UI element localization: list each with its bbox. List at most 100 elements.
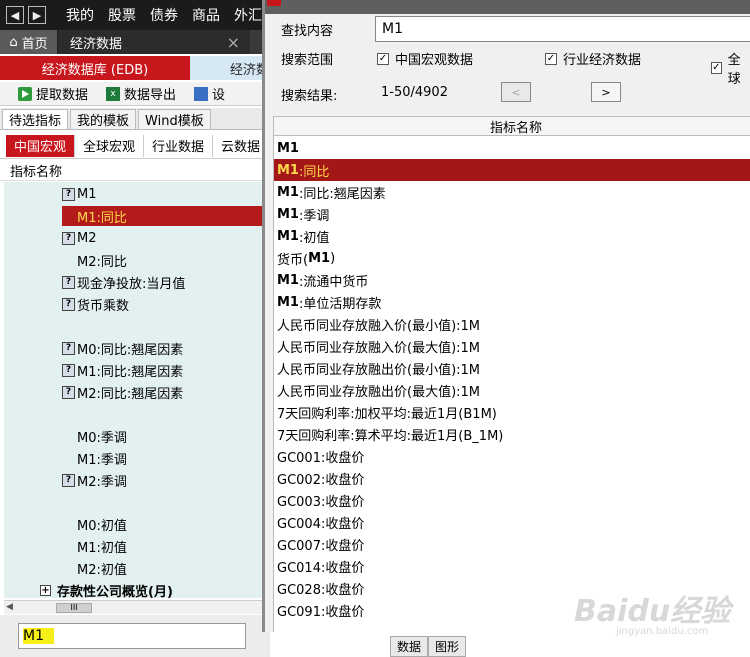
help-question-icon[interactable]: ? — [62, 385, 75, 399]
tree-item[interactable]: M2:同比 — [62, 250, 127, 270]
result-row[interactable]: M1:同比:翘尾因素 — [274, 181, 750, 203]
tree-item[interactable]: ? M1:同比:翘尾因素 — [62, 360, 183, 380]
tree-item[interactable]: ? M2:季调 — [62, 470, 127, 490]
result-row[interactable]: 人民币同业存放融出价(最小值):1M — [274, 357, 750, 379]
expand-plus-icon[interactable]: + — [40, 584, 51, 596]
tab-global-macro[interactable]: 全球宏观 — [75, 134, 145, 157]
tab-economic-db-other[interactable]: 经济数 — [190, 56, 270, 80]
tree-item[interactable]: ? M2 — [62, 228, 97, 248]
tree-item-label: M1:初值 — [77, 540, 127, 556]
tab-cloud-data[interactable]: 云数据 — [213, 134, 270, 157]
result-row[interactable]: M1:单位活期存款 — [274, 291, 750, 313]
result-row[interactable]: GC004:收盘价 — [274, 511, 750, 533]
tree-item-label: M1 — [77, 186, 97, 202]
result-text: 7天回购利率:算术平均:最近1月(B_1M) — [277, 428, 504, 444]
help-question-icon[interactable]: ? — [62, 231, 75, 245]
tab-economic-data[interactable]: 经济数据 × — [58, 30, 250, 54]
tree-item[interactable] — [62, 492, 77, 512]
tree-item[interactable]: ? 现金净投放:当月值 — [62, 272, 185, 292]
scroll-left-arrow-icon[interactable]: ◀ — [6, 602, 13, 612]
result-text: GC004:收盘价 — [277, 516, 365, 532]
tree-item[interactable]: ? M0:同比:翘尾因素 — [62, 338, 183, 358]
tab-edb[interactable]: 经济数据库 (EDB) — [0, 56, 190, 80]
result-row[interactable]: M1:流通中货币 — [274, 269, 750, 291]
tab-wind-templates[interactable]: Wind模板 — [138, 109, 211, 129]
menu-item-forex[interactable]: 外汇 — [234, 5, 262, 25]
extract-data-button[interactable]: 提取数据 — [18, 84, 88, 103]
result-row[interactable]: GC003:收盘价 — [274, 489, 750, 511]
indicator-search-input[interactable]: M1 — [18, 623, 246, 649]
tab-china-macro[interactable]: 中国宏观 — [6, 134, 76, 157]
settings-button[interactable]: 设 — [194, 84, 225, 103]
tree-item[interactable]: M0:初值 — [62, 514, 127, 534]
result-text: GC002:收盘价 — [277, 472, 365, 488]
result-row[interactable]: M1 — [274, 137, 750, 159]
tree-item[interactable]: M2:初值 — [62, 558, 127, 578]
result-text: :流通中货币 — [298, 274, 369, 290]
checkbox-checked-icon: ✓ — [377, 52, 389, 65]
dialog-titlebar — [265, 0, 750, 14]
result-text: 货币( — [277, 252, 309, 268]
tree-item[interactable]: ? M2:同比:翘尾因素 — [62, 382, 183, 402]
tab-candidate-indicators[interactable]: 待选指标 — [2, 109, 69, 129]
result-row[interactable]: 货币(M1) — [274, 247, 750, 269]
tree-item[interactable]: M0:季调 — [62, 426, 127, 446]
close-tab-icon[interactable]: × — [227, 33, 240, 52]
tree-item[interactable] — [62, 404, 77, 424]
tree-item[interactable]: + 存款性公司概览(月) — [40, 580, 173, 598]
tree-item[interactable]: ? 货币乘数 — [62, 294, 129, 314]
horizontal-scrollbar[interactable]: ◀ III — [4, 600, 266, 614]
result-row[interactable]: 人民币同业存放融入价(最小值):1M — [274, 313, 750, 335]
tab-my-templates[interactable]: 我的模板 — [70, 109, 137, 129]
result-match-text: M1 — [277, 294, 299, 310]
tree-item[interactable]: ? M1 — [62, 184, 97, 204]
menu-item-commodities[interactable]: 商品 — [192, 5, 220, 25]
result-row[interactable]: M1:季调 — [274, 203, 750, 225]
tree-item[interactable] — [62, 316, 77, 336]
result-row[interactable]: M1:同比 — [274, 159, 750, 181]
tab-data[interactable]: 数据 — [390, 636, 429, 657]
next-page-button[interactable]: > — [591, 82, 621, 102]
find-input-value: M1 — [382, 21, 403, 37]
tab-industry-data[interactable]: 行业数据 — [144, 134, 214, 157]
help-question-icon[interactable]: ? — [62, 363, 75, 377]
tree-item[interactable]: M1:季调 — [62, 448, 127, 468]
result-text: GC091:收盘价 — [277, 604, 365, 620]
scope-china-macro-checkbox[interactable]: ✓ 中国宏观数据 — [377, 49, 473, 68]
menu-item-bonds[interactable]: 债券 — [150, 5, 178, 25]
tree-item[interactable]: M1:同比 — [62, 206, 266, 226]
checkbox-checked-icon: ✓ — [711, 62, 722, 74]
prev-page-button[interactable]: < — [501, 82, 531, 102]
result-row[interactable]: M1:初值 — [274, 225, 750, 247]
find-input[interactable]: M1 — [375, 16, 750, 42]
result-row[interactable]: 7天回购利率:算术平均:最近1月(B_1M) — [274, 423, 750, 445]
help-question-icon[interactable]: ? — [62, 473, 75, 487]
excel-icon: x — [106, 86, 121, 101]
menu-item-stocks[interactable]: 股票 — [108, 5, 136, 25]
export-data-button[interactable]: x 数据导出 — [106, 84, 176, 103]
help-question-icon[interactable]: ? — [62, 187, 75, 201]
menu-item-mine[interactable]: 我的 — [66, 5, 94, 25]
tab-chart[interactable]: 图形 — [428, 636, 467, 657]
scope-industry-checkbox[interactable]: ✓ 行业经济数据 — [545, 49, 641, 68]
result-row[interactable]: GC001:收盘价 — [274, 445, 750, 467]
scope-global-checkbox[interactable]: ✓ 全球 — [711, 49, 750, 87]
tree-item[interactable]: M1:初值 — [62, 536, 127, 556]
result-row[interactable]: 7天回购利率:加权平均:最近1月(B1M) — [274, 401, 750, 423]
forward-arrow-icon[interactable]: ▶ — [28, 6, 46, 24]
result-row[interactable]: GC002:收盘价 — [274, 467, 750, 489]
result-row[interactable]: 人民币同业存放融出价(最大值):1M — [274, 379, 750, 401]
help-question-icon[interactable]: ? — [62, 275, 75, 289]
result-row[interactable]: 人民币同业存放融入价(最大值):1M — [274, 335, 750, 357]
result-match-text: M1 — [277, 228, 299, 244]
result-text: 人民币同业存放融出价(最大值):1M — [277, 384, 481, 400]
result-row[interactable]: GC014:收盘价 — [274, 555, 750, 577]
help-question-icon[interactable]: ? — [62, 297, 75, 311]
tab-home[interactable]: ⌂ 首页 — [0, 30, 58, 54]
help-question-icon[interactable]: ? — [62, 341, 75, 355]
bottom-view-tabs: 数据 图形 — [390, 636, 510, 657]
back-arrow-icon[interactable]: ◀ — [6, 6, 24, 24]
result-row[interactable]: GC007:收盘价 — [274, 533, 750, 555]
scroll-thumb[interactable]: III — [56, 603, 92, 613]
tab-economic-data-label: 经济数据 — [70, 36, 123, 52]
